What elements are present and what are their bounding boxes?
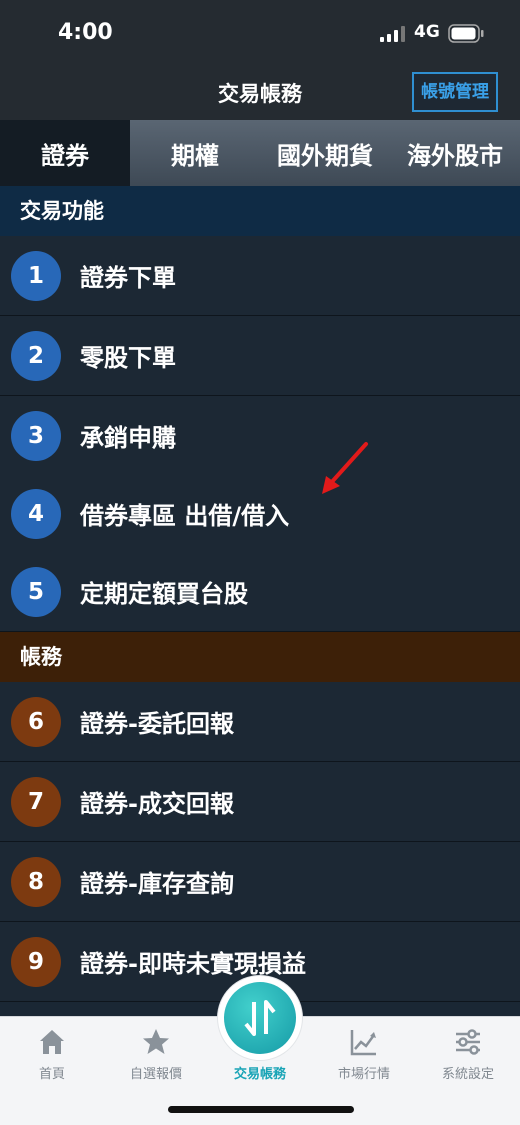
number-badge: 8 — [11, 857, 61, 907]
status-bar: 4:00 4G — [0, 0, 520, 70]
network-label: 4G — [414, 22, 440, 42]
category-tabs: 證券 期權 國外期貨 海外股市 — [0, 120, 520, 186]
number-badge: 6 — [11, 697, 61, 747]
menu-item-label: 證券-委託回報 — [80, 710, 234, 738]
section-header-account: 帳務 — [0, 632, 520, 682]
menu-item-label: 證券下單 — [80, 264, 176, 292]
menu-item-label: 承銷申購 — [80, 424, 176, 452]
center-trade-button[interactable] — [218, 976, 302, 1060]
tab-overseas-stocks[interactable]: 海外股市 — [390, 120, 520, 186]
center-trade-button-inner — [224, 982, 296, 1054]
number-badge: 2 — [11, 331, 61, 381]
settings-icon — [456, 1029, 480, 1055]
battery-icon — [448, 24, 484, 43]
number-badge: 1 — [11, 251, 61, 301]
menu-item-trade-report[interactable]: 7 證券-成交回報 — [0, 762, 520, 842]
nav-settings[interactable]: 系統設定 — [416, 1017, 520, 1107]
nav-label: 交易帳務 — [233, 1067, 286, 1082]
menu-item-securities-order[interactable]: 1 證券下單 — [0, 236, 520, 316]
menu-item-regular-investment[interactable]: 5 定期定額買台股 — [0, 552, 520, 632]
transfer-icon — [244, 1000, 276, 1036]
number-badge: 4 — [11, 489, 61, 539]
menu-item-order-report[interactable]: 6 證券-委託回報 — [0, 682, 520, 762]
menu-item-label: 借券專區 出借/借入 — [80, 502, 290, 530]
number-badge: 9 — [11, 937, 61, 987]
nav-home[interactable]: 首頁 — [0, 1017, 104, 1107]
number-badge: 7 — [11, 777, 61, 827]
nav-bar: 交易帳務 帳號管理 — [0, 70, 520, 120]
home-icon — [40, 1030, 64, 1054]
nav-label: 首頁 — [38, 1067, 65, 1082]
status-time: 4:00 — [58, 20, 113, 45]
menu-item-label: 證券-成交回報 — [80, 790, 234, 818]
nav-label: 系統設定 — [441, 1067, 494, 1082]
number-badge: 3 — [11, 411, 61, 461]
signal-icon — [380, 26, 405, 42]
menu-item-label: 證券-即時未實現損益 — [80, 950, 306, 978]
menu-item-label: 定期定額買台股 — [80, 580, 248, 608]
menu-item-odd-lot-order[interactable]: 2 零股下單 — [0, 316, 520, 396]
section-header-trade: 交易功能 — [0, 186, 520, 236]
nav-market[interactable]: 市場行情 — [312, 1017, 416, 1107]
menu-item-inventory-query[interactable]: 8 證券-庫存查詢 — [0, 842, 520, 922]
menu-item-label: 零股下單 — [80, 344, 176, 372]
menu-item-underwriting-subscription[interactable]: 3 承銷申購 — [0, 396, 520, 476]
nav-label: 市場行情 — [337, 1067, 390, 1082]
menu-item-label: 證券-庫存查詢 — [80, 870, 234, 898]
nav-label: 自選報價 — [129, 1067, 182, 1082]
menu-item-securities-lending[interactable]: 4 借券專區 出借/借入 — [0, 474, 520, 554]
tab-options[interactable]: 期權 — [130, 120, 260, 186]
annotation-arrow-icon — [322, 442, 368, 494]
star-icon — [143, 1029, 169, 1054]
nav-watchlist[interactable]: 自選報價 — [104, 1017, 208, 1107]
tab-foreign-futures[interactable]: 國外期貨 — [260, 120, 390, 186]
chart-icon — [350, 1030, 376, 1056]
home-indicator — [168, 1106, 354, 1113]
tab-securities[interactable]: 證券 — [0, 120, 130, 186]
number-badge: 5 — [11, 567, 61, 617]
account-management-button[interactable]: 帳號管理 — [412, 72, 498, 112]
